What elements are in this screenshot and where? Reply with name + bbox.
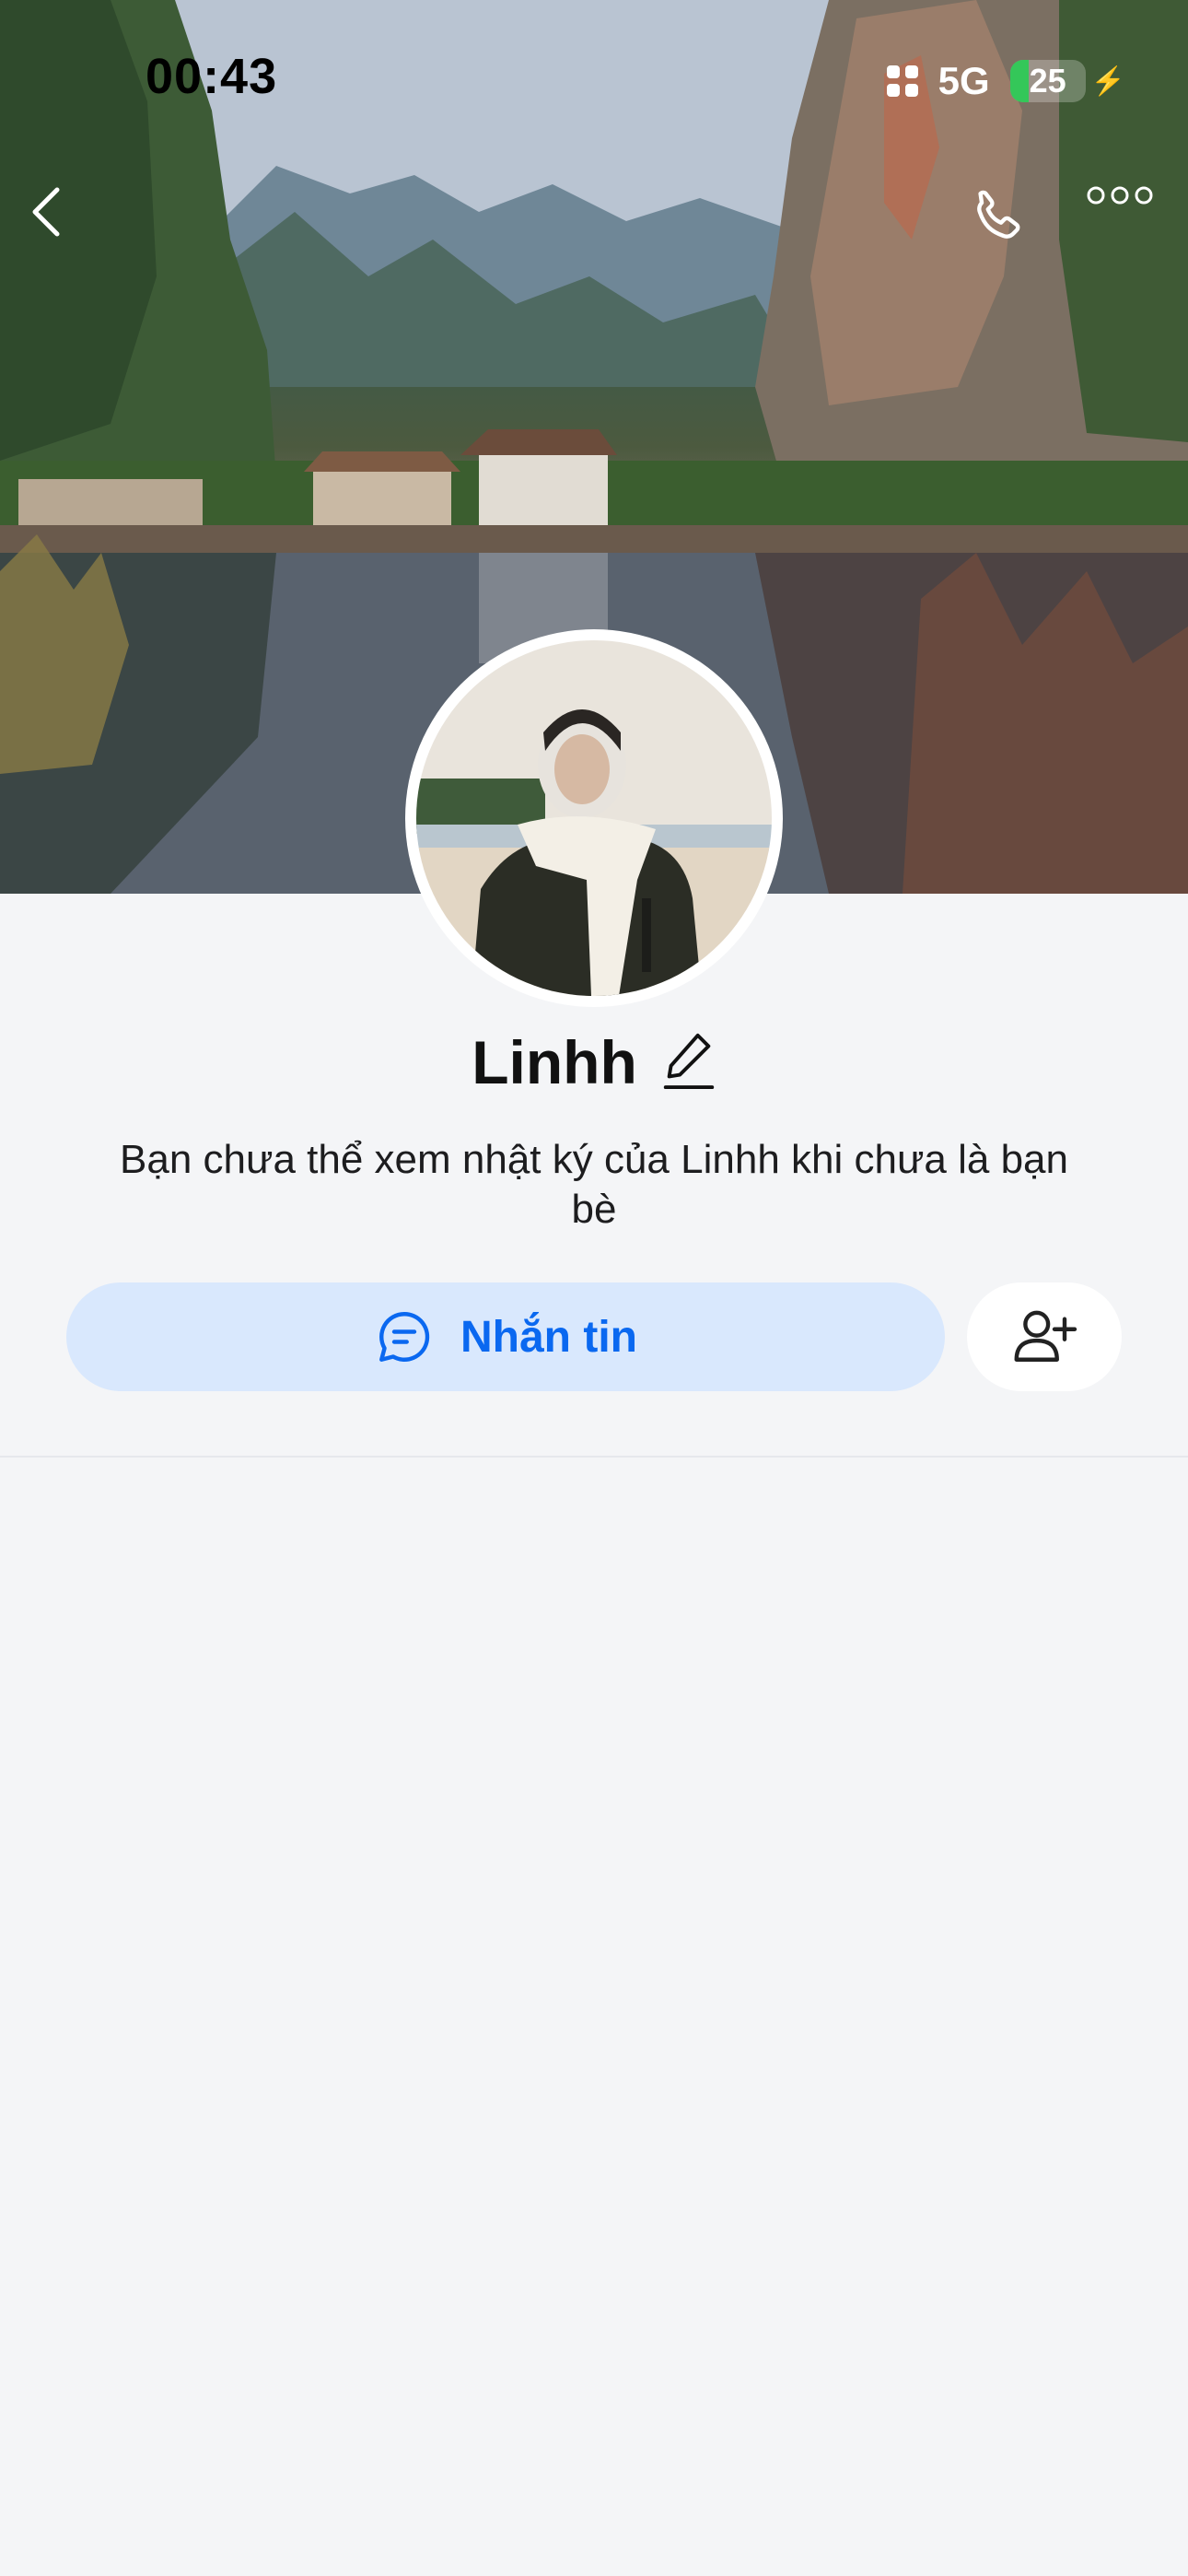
diary-privacy-note: Bạn chưa thể xem nhật ký của Linhh khi c…	[120, 1137, 1068, 1232]
message-button-label: Nhắn tin	[460, 1312, 637, 1362]
phone-icon	[977, 190, 1020, 239]
battery-level: 25	[1029, 62, 1066, 100]
add-friend-button[interactable]	[967, 1282, 1122, 1391]
battery-icon: 25	[1009, 60, 1086, 102]
add-friend-icon	[1014, 1310, 1077, 1362]
profile-name-row: Linhh	[0, 1027, 1188, 1097]
back-button[interactable]	[28, 184, 92, 267]
battery-fill	[1009, 60, 1030, 102]
more-dots-icon	[1087, 186, 1153, 205]
more-options-button[interactable]	[1087, 184, 1170, 267]
call-button[interactable]	[967, 184, 1050, 267]
edit-name-button[interactable]	[661, 1030, 716, 1095]
network-label: 5G	[938, 59, 990, 102]
dots-grid-icon	[886, 65, 918, 97]
status-time: 00:43	[146, 49, 278, 104]
chat-bubble-icon	[379, 1312, 430, 1362]
charging-bolt-icon: ⚡	[1090, 65, 1125, 97]
profile-name: Linhh	[472, 1028, 637, 1096]
back-chevron-icon	[32, 187, 60, 237]
message-button[interactable]: Nhắn tin	[66, 1282, 945, 1391]
section-divider	[0, 1456, 1188, 1458]
avatar[interactable]	[405, 629, 783, 1007]
avatar-photo	[416, 640, 772, 996]
status-icons: 5G 25 ⚡	[886, 53, 1125, 109]
pencil-icon	[663, 1033, 714, 1089]
